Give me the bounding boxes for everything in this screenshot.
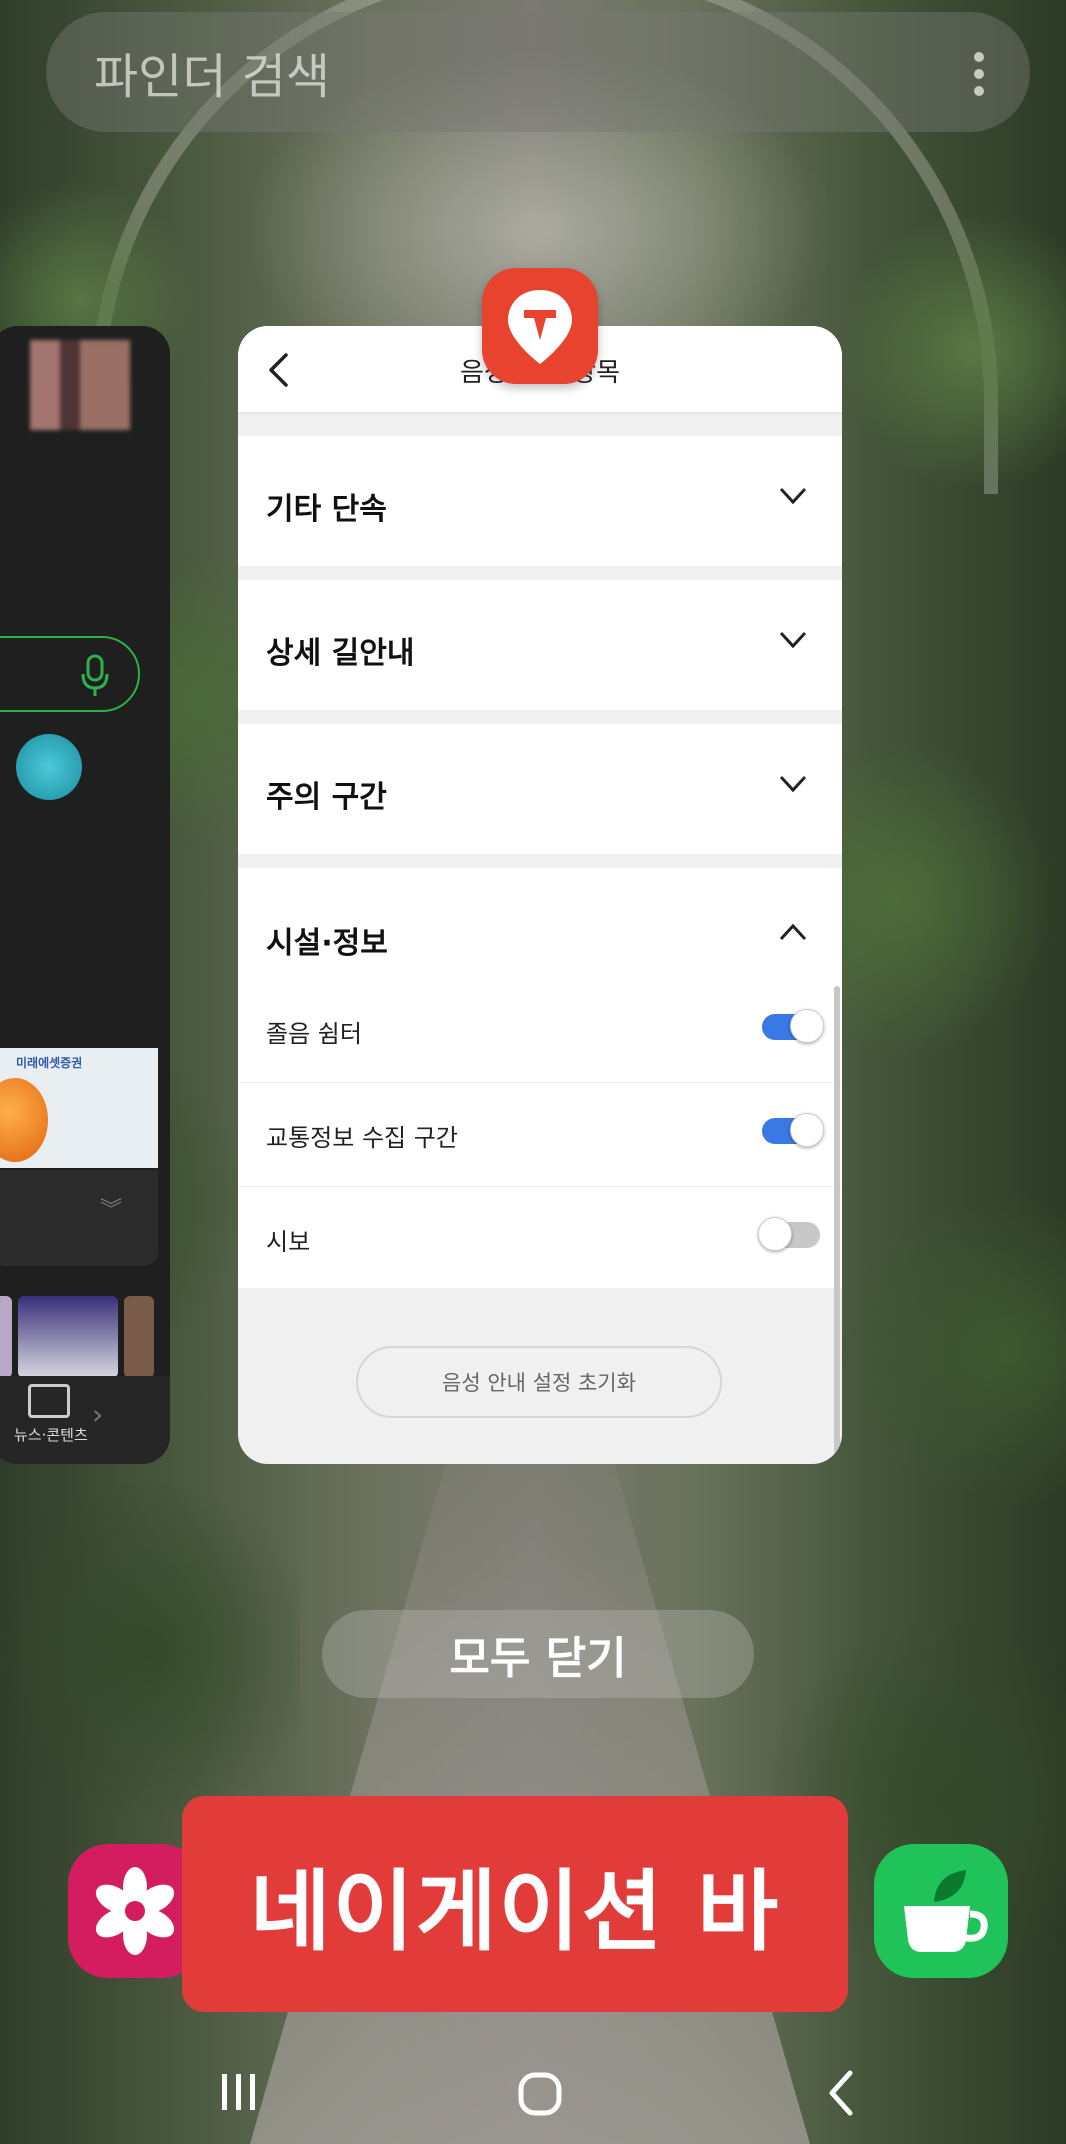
thumbnail-row [0, 1296, 158, 1378]
traffic-collection-toggle[interactable] [762, 1113, 824, 1147]
news-content-label: 뉴스·콘텐츠 [14, 1426, 88, 1444]
chevron-down-icon[interactable] [778, 630, 808, 650]
search-field[interactable] [0, 636, 140, 712]
rest-area-toggle[interactable] [762, 1009, 824, 1043]
map-pin-icon [508, 290, 572, 364]
section-label: 시설·정보 [266, 926, 388, 961]
section-detail-guidance[interactable]: 상세 길안내 [238, 580, 842, 710]
microphone-icon[interactable] [80, 654, 110, 698]
section-caution-zone[interactable]: 주의 구간 [238, 724, 842, 854]
ad-banner[interactable]: 미래에셋증권 [0, 1048, 158, 1168]
collapsed-panel[interactable]: ︾ [0, 1170, 158, 1266]
blurred-thumbnail [30, 340, 130, 430]
tmap-app-icon[interactable] [482, 268, 598, 384]
navigation-bar-annotation: 네이게이션 바 [182, 1796, 848, 2012]
section-label: 기타 단속 [266, 492, 387, 527]
finder-search-bar[interactable]: 파인더 검색 [46, 12, 1030, 132]
more-options-icon[interactable] [974, 52, 984, 96]
chevron-down-icon[interactable] [778, 774, 808, 794]
setting-row-rest-area[interactable]: 졸음 쉼터 [238, 978, 842, 1083]
coffee-cup-app-icon[interactable] [874, 1844, 1008, 1978]
coffee-cup-icon [904, 1870, 988, 1952]
chevron-up-icon[interactable] [778, 922, 808, 942]
ad-graphic [0, 1078, 48, 1162]
reset-voice-settings-button[interactable]: 음성 안내 설정 초기화 [356, 1346, 722, 1418]
back-icon[interactable] [828, 2070, 854, 2116]
ad-label: 미래에셋증권 [16, 1056, 83, 1070]
section-label: 주의 구간 [266, 780, 387, 815]
chevron-right-icon[interactable]: › [92, 1398, 103, 1431]
section-other-enforcement[interactable]: 기타 단속 [238, 436, 842, 566]
thumbnail[interactable] [0, 1296, 12, 1378]
time-signal-toggle[interactable] [758, 1217, 820, 1251]
system-navigation-bar [0, 2040, 1066, 2144]
home-icon[interactable] [518, 2072, 562, 2116]
close-all-button[interactable]: 모두 닫기 [322, 1610, 754, 1698]
bird-app-icon[interactable] [16, 734, 82, 800]
news-icon[interactable] [28, 1384, 70, 1418]
section-label: 상세 길안내 [266, 636, 415, 671]
double-chevron-down-icon[interactable]: ︾ [100, 1200, 122, 1222]
setting-label: 시보 [266, 1228, 311, 1256]
setting-label: 교통정보 수집 구간 [266, 1124, 458, 1152]
wallpaper-path [250, 1364, 810, 2144]
bottom-nav: 뉴스·콘텐츠 › [0, 1376, 170, 1464]
section-facility-info: 시설·정보 졸음 쉼터 교통정보 수집 구간 시보 [238, 868, 842, 1288]
thumbnail[interactable] [124, 1296, 154, 1378]
setting-row-traffic-collection[interactable]: 교통정보 수집 구간 [238, 1082, 842, 1187]
recent-app-card-left[interactable]: 미래에셋증권 ︾ 뉴스·콘텐츠 › [0, 326, 170, 1464]
chevron-down-icon[interactable] [778, 486, 808, 506]
recent-apps-icon[interactable] [218, 2072, 260, 2112]
settings-list: 기타 단속 상세 길안내 주의 구간 시설·정보 졸음 쉼터 교통정보 수집 구… [238, 436, 842, 1288]
finder-search-placeholder: 파인더 검색 [94, 49, 331, 105]
setting-label: 졸음 쉼터 [266, 1020, 362, 1048]
scrollbar[interactable] [834, 986, 840, 1456]
thumbnail[interactable] [18, 1296, 118, 1378]
setting-row-time-signal[interactable]: 시보 [238, 1186, 842, 1290]
recent-app-card-main[interactable]: 음성 안내 항목 기타 단속 상세 길안내 주의 구간 시설·정보 졸음 쉼터 … [238, 326, 842, 1464]
